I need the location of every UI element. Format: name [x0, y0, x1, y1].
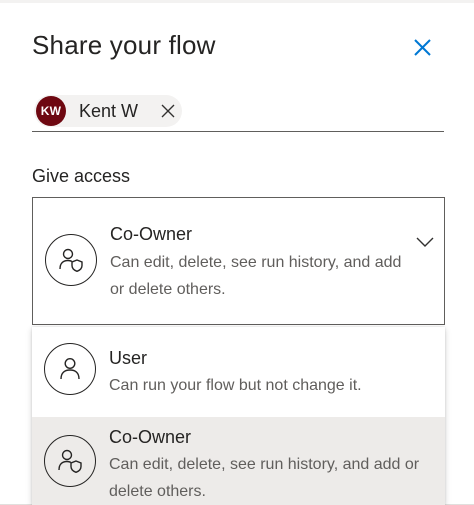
menu-item-co-owner-title: Co-Owner [109, 427, 192, 447]
menu-item-co-owner-description-line1: Can edit, delete, see run history, and a… [109, 456, 420, 473]
selected-role-description-line2: or delete others. [110, 281, 226, 298]
person-shield-icon [44, 435, 96, 487]
menu-item-user-title: User [109, 348, 148, 368]
dialog-title: Share your flow [32, 30, 216, 60]
top-divider [0, 0, 474, 3]
access-level-menu: User Can run your flow but not change it… [32, 327, 445, 505]
people-picker-field[interactable]: KW Kent W [32, 95, 444, 132]
menu-item-user-description: Can run your flow but not change it. [109, 377, 362, 394]
menu-item-co-owner-description-line2: delete others. [109, 483, 206, 500]
avatar: KW [36, 96, 66, 126]
close-icon [414, 39, 431, 56]
person-chip[interactable]: KW Kent W [34, 95, 182, 127]
selected-role-title: Co-Owner [110, 224, 193, 244]
menu-item-user[interactable]: User Can run your flow but not change it… [32, 327, 445, 417]
menu-item-co-owner[interactable]: Co-Owner Can edit, delete, see run histo… [32, 417, 445, 505]
person-icon [44, 343, 96, 395]
chevron-down-icon [416, 237, 434, 247]
person-chip-name: Kent W [79, 100, 139, 121]
close-icon [161, 104, 175, 118]
person-shield-icon [45, 234, 97, 286]
selected-role-description-line1: Can edit, delete, see run history, and a… [110, 254, 402, 271]
give-access-label: Give access [32, 166, 131, 186]
access-level-dropdown[interactable]: Co-Owner Can edit, delete, see run histo… [32, 197, 445, 325]
remove-person-button[interactable] [160, 103, 176, 119]
close-button[interactable] [406, 32, 438, 64]
